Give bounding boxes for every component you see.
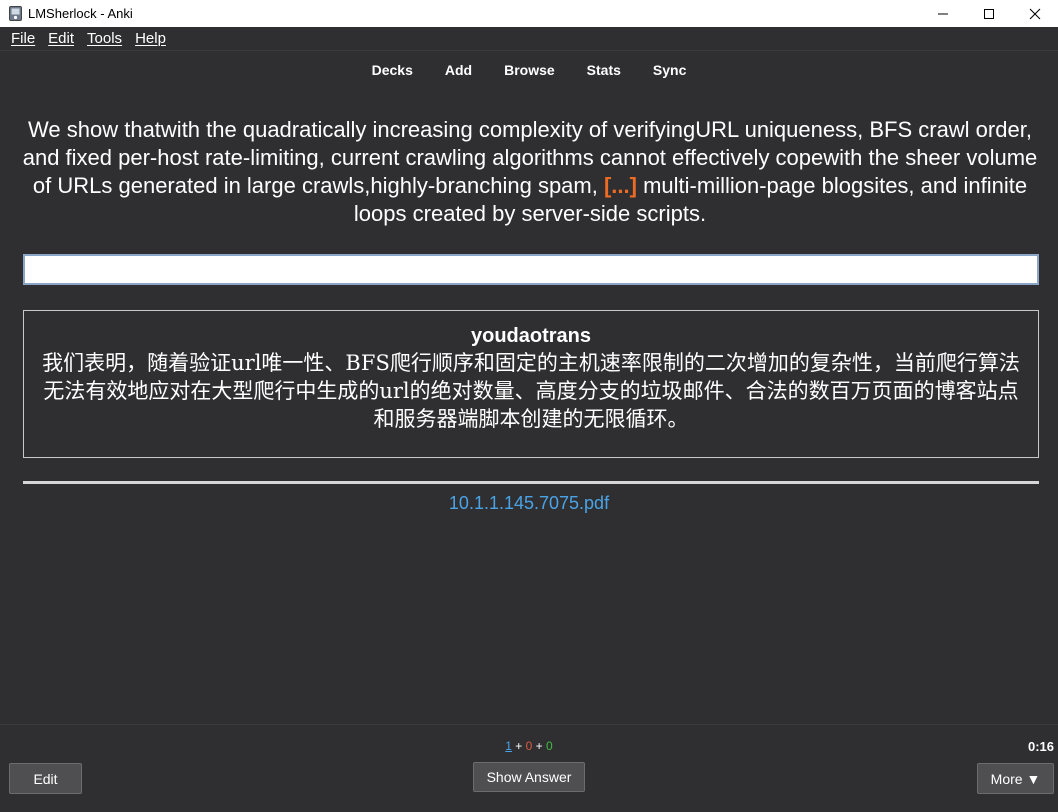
maximize-button[interactable] <box>966 0 1012 27</box>
close-button[interactable] <box>1012 0 1058 27</box>
window-controls <box>920 0 1058 27</box>
edit-button[interactable]: Edit <box>9 763 82 794</box>
menu-edit[interactable]: Edit <box>48 30 74 47</box>
card-divider <box>23 481 1039 484</box>
review-bottom-bar: 1 + 0 + 0 0:16 Edit Show Answer More ▼ <box>0 724 1058 812</box>
count-separator: + <box>532 739 547 753</box>
card-view: We show thatwith the quadratically incre… <box>0 88 1058 724</box>
toolbar-decks[interactable]: Decks <box>356 62 429 78</box>
toolbar-browse[interactable]: Browse <box>488 62 571 78</box>
review-count: 0 <box>546 739 553 753</box>
menu-file[interactable]: File <box>11 30 35 47</box>
maximize-icon <box>984 8 994 19</box>
toolbar-add[interactable]: Add <box>429 62 488 78</box>
toolbar-stats[interactable]: Stats <box>571 62 637 78</box>
menu-bar: File Edit Tools Help <box>0 27 1058 51</box>
toolbar-sync[interactable]: Sync <box>637 62 702 78</box>
menu-help[interactable]: Help <box>135 30 166 47</box>
more-button[interactable]: More ▼ <box>977 763 1054 794</box>
show-answer-button[interactable]: Show Answer <box>473 762 585 792</box>
window-title: LMSherlock - Anki <box>28 6 133 21</box>
minimize-icon <box>938 13 948 14</box>
due-counts: 1 + 0 + 0 <box>0 739 1058 753</box>
translation-text: 我们表明，随着验证url唯一性、BFS爬行顺序和固定的主机速率限制的二次增加的复… <box>42 351 1020 431</box>
new-count: 1 <box>505 739 512 753</box>
minimize-button[interactable] <box>920 0 966 27</box>
translation-title: youdaotrans <box>470 325 592 347</box>
source-link[interactable]: 10.1.1.145.7075.pdf <box>0 493 1058 514</box>
translation-box: youdaotrans 我们表明，随着验证url唯一性、BFS爬行顺序和固定的主… <box>23 310 1039 458</box>
close-icon <box>1029 8 1041 19</box>
type-answer-input[interactable] <box>23 254 1039 285</box>
cloze-deletion: [...] <box>603 173 637 198</box>
anki-app-icon <box>8 6 22 22</box>
title-bar: LMSherlock - Anki <box>0 0 1058 27</box>
menu-tools[interactable]: Tools <box>87 30 122 47</box>
count-separator: + <box>511 739 526 753</box>
card-timer: 0:16 <box>1027 739 1054 754</box>
card-question: We show thatwith the quadratically incre… <box>18 116 1042 228</box>
main-toolbar: Decks Add Browse Stats Sync <box>0 52 1058 88</box>
